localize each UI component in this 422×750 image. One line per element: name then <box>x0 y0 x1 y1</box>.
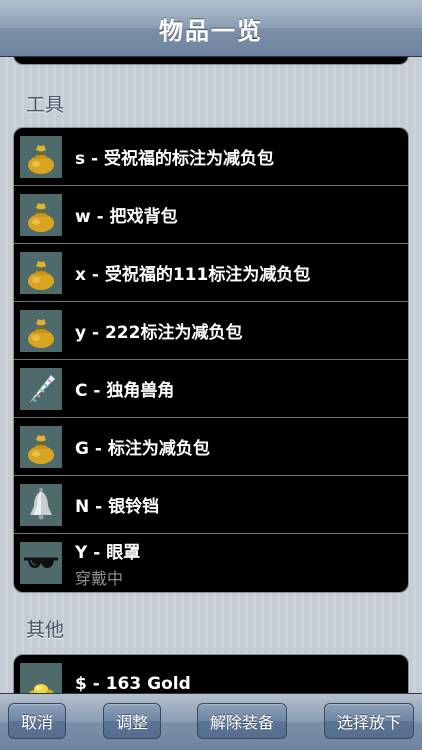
list-item[interactable]: G - 标注为减负包 <box>14 418 408 476</box>
list-item[interactable]: y - 222标注为减负包 <box>14 302 408 360</box>
bag-icon <box>20 251 62 294</box>
page-title: 物品一览 <box>159 16 263 45</box>
list-item[interactable]: C - 独角兽角 <box>14 360 408 418</box>
list-item[interactable]: Y - 眼罩 穿戴中 <box>14 534 408 592</box>
section-header-tools: 工具 <box>26 94 65 116</box>
silver-bell-icon <box>20 483 62 526</box>
item-label: x - 受祝福的111标注为减负包 <box>75 265 311 285</box>
other-group: $ - 163 Gold <box>13 654 409 693</box>
unicorn-horn-icon <box>20 367 62 410</box>
bag-icon <box>20 425 62 468</box>
item-label: w - 把戏背包 <box>75 207 178 227</box>
section-header-other: 其他 <box>26 619 65 641</box>
bag-icon <box>20 135 62 178</box>
list-item[interactable]: s - 受祝福的标注为减负包 <box>14 128 408 186</box>
item-list[interactable]: 工具 s - 受祝福的标注为减负包 w - 把戏背包 x - 受祝福的111标注… <box>0 57 422 693</box>
navigation-bar: 物品一览 <box>0 0 422 57</box>
item-label: s - 受祝福的标注为减负包 <box>75 149 275 169</box>
bottom-toolbar: 取消 调整 解除装备 选择放下 <box>0 693 422 750</box>
list-item[interactable]: N - 银铃铛 <box>14 476 408 534</box>
drop-button[interactable]: 选择放下 <box>324 703 414 739</box>
previous-group-end <box>13 57 409 65</box>
list-item[interactable]: x - 受祝福的111标注为减负包 <box>14 244 408 302</box>
item-label: y - 222标注为减负包 <box>75 323 243 343</box>
gold-coins-icon <box>20 663 62 693</box>
item-label: G - 标注为减负包 <box>75 439 210 459</box>
item-status: 穿戴中 <box>75 568 124 588</box>
item-label: N - 银铃铛 <box>75 497 160 517</box>
item-label: Y - 眼罩 <box>75 542 141 563</box>
list-item[interactable]: $ - 163 Gold <box>14 655 408 693</box>
cancel-button[interactable]: 取消 <box>8 703 66 739</box>
blindfold-icon <box>20 542 62 584</box>
bag-icon <box>20 193 62 236</box>
tools-group: s - 受祝福的标注为减负包 w - 把戏背包 x - 受祝福的111标注为减负… <box>13 127 409 593</box>
unequip-button[interactable]: 解除装备 <box>197 703 287 739</box>
bag-icon <box>20 309 62 352</box>
item-label: $ - 163 Gold <box>75 674 191 693</box>
item-label: C - 独角兽角 <box>75 381 175 401</box>
list-item[interactable]: w - 把戏背包 <box>14 186 408 244</box>
adjust-button[interactable]: 调整 <box>103 703 161 739</box>
